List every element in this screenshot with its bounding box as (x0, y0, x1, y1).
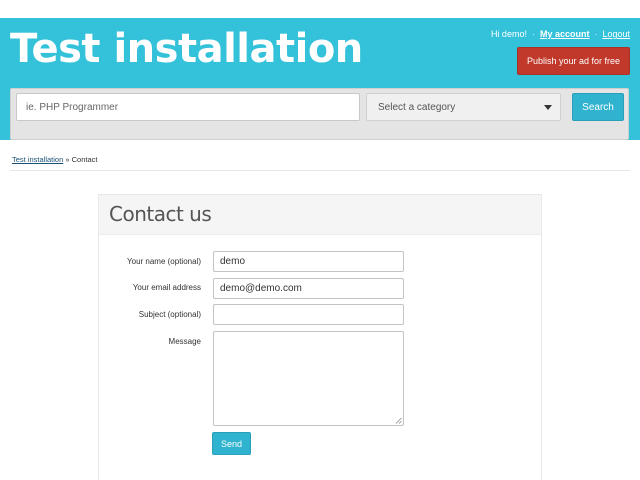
divider (10, 170, 630, 171)
logout-link[interactable]: Logout (602, 29, 630, 39)
greeting-text: Hi demo! (490, 29, 527, 39)
search-input[interactable]: ie. PHP Programmer (16, 93, 360, 121)
message-textarea[interactable] (213, 331, 404, 426)
my-account-link[interactable]: My account (540, 29, 590, 39)
name-label: Your name (optional) (127, 257, 201, 266)
message-label: Message (168, 337, 201, 346)
search-button[interactable]: Search (572, 93, 624, 121)
category-select[interactable]: Select a category (366, 93, 561, 121)
site-header: Test installation Hi demo! · My account … (0, 18, 640, 140)
separator-dot: · (594, 29, 598, 39)
search-bar: ie. PHP Programmer Select a category Sea… (10, 88, 629, 140)
separator-dot: · (531, 29, 535, 39)
category-selected-value: Select a category (378, 101, 456, 113)
name-field-value: demo (220, 256, 246, 267)
user-links: Hi demo! · My account · Logout (491, 29, 630, 39)
breadcrumb-home-link[interactable]: Test installation (12, 155, 63, 164)
send-button[interactable]: Send (212, 432, 251, 455)
name-field[interactable]: demo (213, 251, 404, 272)
breadcrumb: Test installation » Contact (12, 155, 98, 164)
subject-label: Subject (optional) (138, 310, 201, 319)
resize-handle-icon[interactable] (395, 417, 402, 424)
breadcrumb-separator: » (65, 155, 70, 164)
email-label: Your email address (132, 283, 201, 292)
email-field-value: demo@demo.com (220, 283, 302, 294)
publish-ad-button[interactable]: Publish your ad for free (517, 47, 630, 75)
email-field[interactable]: demo@demo.com (213, 278, 404, 299)
subject-field[interactable] (213, 304, 404, 325)
page-title: Contact us (109, 202, 212, 226)
search-placeholder: ie. PHP Programmer (26, 101, 119, 113)
site-title[interactable]: Test installation (10, 26, 363, 72)
chevron-down-icon (544, 105, 552, 110)
breadcrumb-current: Contact (71, 155, 98, 164)
